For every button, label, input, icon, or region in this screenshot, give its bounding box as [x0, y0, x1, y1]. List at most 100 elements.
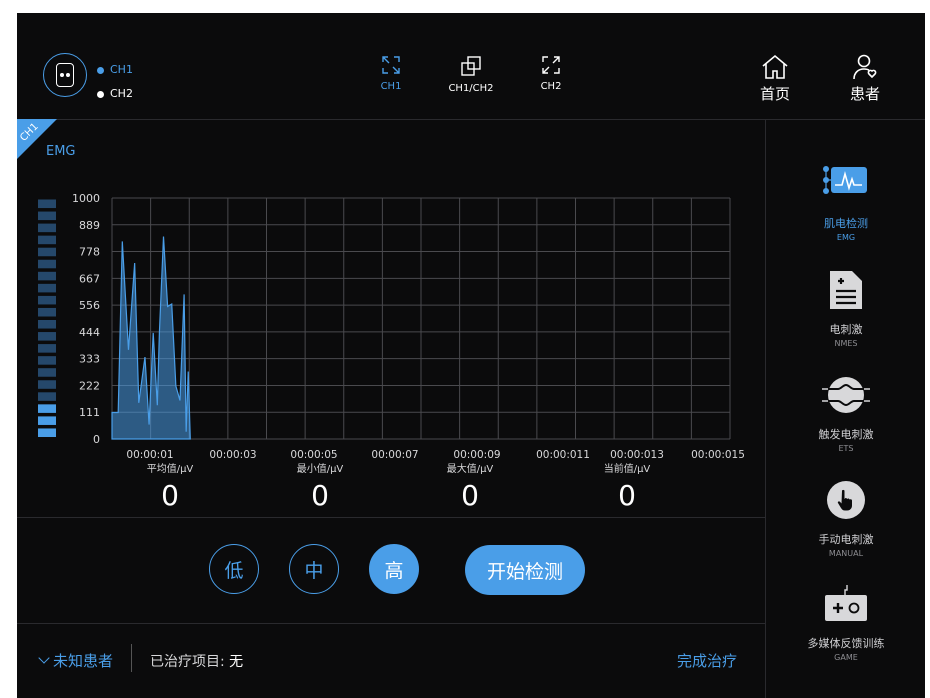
x-tick-label: 00:00:015 — [691, 449, 745, 459]
y-tick-label: 333 — [79, 353, 100, 366]
footer-bar: 未知患者 已治疗项目: 无 完成治疗 — [17, 624, 765, 698]
y-tick-label: 111 — [79, 406, 100, 419]
level-meter-segment — [38, 283, 56, 293]
x-tick-label: 00:00:05 — [290, 449, 337, 459]
home-icon — [762, 54, 788, 79]
level-meter-segment — [38, 211, 56, 221]
patient-selector[interactable]: 未知患者 — [37, 650, 113, 671]
sidebar-item-ets[interactable]: 触发电刺激 ETS — [766, 374, 925, 453]
view-label: CH1 — [380, 81, 402, 92]
view-label: CH2 — [540, 81, 562, 92]
y-tick-label: 0 — [93, 433, 100, 446]
emg-waveform-icon — [823, 166, 867, 194]
level-high-button[interactable]: 高 — [369, 544, 419, 594]
x-tick-label: 00:00:013 — [610, 449, 664, 459]
level-meter-segment — [38, 380, 56, 389]
patient-label: 患者 — [849, 85, 880, 103]
home-label: 首页 — [759, 85, 790, 103]
hand-pointer-icon — [827, 481, 865, 519]
sidebar-item-title: 电刺激 — [829, 323, 863, 336]
collapse-icon — [542, 56, 560, 74]
control-bar: 低 中 高 开始检测 — [17, 518, 765, 624]
ch2-dot-icon — [97, 90, 104, 98]
y-tick-label: 778 — [79, 246, 100, 259]
emg-chart: 1000 889 778 667 556 444 333 222 111 0 00:00:01 00:… — [38, 192, 745, 459]
level-meter-segment — [38, 416, 56, 425]
view-ch1-button[interactable]: CH1 — [373, 55, 409, 92]
y-tick-label: 444 — [79, 326, 100, 339]
y-tick-label: 889 — [79, 219, 100, 232]
channel-list: CH1 CH2 — [97, 58, 133, 106]
emg-panel: CH1 EMG 1000 889 778 667 556 444 333 222 111 0 00:… — [17, 119, 765, 518]
device-icon[interactable] — [43, 53, 87, 97]
channel-label: CH1 — [110, 63, 133, 76]
y-tick-label: 222 — [79, 379, 100, 392]
level-meter-segment — [38, 235, 56, 245]
stat-label: 当前值/μV — [603, 464, 651, 475]
stat-average: 平均值/μV 0 — [110, 460, 230, 512]
patient-icon — [853, 54, 877, 80]
patient-name: 未知患者 — [53, 652, 114, 670]
treatment-value: 无 — [229, 654, 244, 670]
x-tick-label: 00:00:011 — [536, 449, 590, 459]
level-meter-segment — [38, 320, 56, 329]
level-meter-segment — [38, 356, 56, 365]
level-low-button[interactable]: 低 — [209, 544, 259, 594]
top-bar: CH1 CH2 CH1 CH1/CH2 CH2 首页 患者 — [17, 13, 925, 120]
emg-series-area — [111, 236, 191, 440]
sidebar-item-subtitle: NMES — [834, 339, 858, 348]
gamepad-icon — [825, 585, 867, 621]
stat-max: 最大值/μV 0 — [410, 460, 530, 512]
sidebar-item-subtitle: EMG — [836, 233, 856, 242]
level-meter-segment — [38, 392, 56, 401]
level-meter-segment — [38, 307, 56, 317]
footer-divider — [131, 644, 132, 672]
level-meter-segment — [38, 404, 56, 413]
stat-value: 0 — [618, 479, 636, 512]
trigger-wave-icon — [822, 377, 870, 413]
level-meter-segment — [38, 295, 56, 305]
stat-current: 当前值/μV 0 — [567, 460, 687, 512]
view-ch2-button[interactable]: CH2 — [533, 55, 569, 92]
start-detection-button[interactable]: 开始检测 — [465, 545, 585, 595]
y-tick-label: 1000 — [72, 192, 100, 205]
home-button[interactable]: 首页 — [755, 53, 795, 104]
ch1-dot-icon — [97, 66, 104, 74]
treatment-label: 已治疗项目: — [150, 654, 225, 670]
overlap-icon — [461, 56, 481, 76]
sidebar-item-subtitle: MANUAL — [828, 549, 864, 558]
sidebar-item-game[interactable]: 多媒体反馈训练 GAME — [766, 583, 925, 662]
app-screen: CH1 CH2 CH1 CH1/CH2 CH2 首页 患者 CH1 EMG 10… — [17, 13, 925, 698]
sidebar-item-manual[interactable]: 手动电刺激 MANUAL — [766, 479, 925, 558]
stat-label: 最大值/μV — [446, 464, 494, 475]
document-plus-icon — [830, 271, 862, 309]
stat-value: 0 — [461, 479, 479, 512]
x-tick-label: 00:00:03 — [209, 449, 256, 459]
finish-treatment-button[interactable]: 完成治疗 — [677, 650, 737, 671]
channel-ch2[interactable]: CH2 — [97, 82, 133, 106]
patient-button[interactable]: 患者 — [844, 53, 886, 104]
level-meter-segment — [38, 199, 56, 209]
channel-ch1[interactable]: CH1 — [97, 58, 133, 82]
level-medium-button[interactable]: 中 — [289, 544, 339, 594]
sidebar-item-title: 触发电刺激 — [818, 428, 874, 441]
x-tick-label: 00:00:07 — [371, 449, 418, 459]
view-ch1-ch2-button[interactable]: CH1/CH2 — [443, 55, 499, 94]
expand-icon — [382, 56, 400, 74]
level-meter-segment — [38, 259, 56, 269]
sidebar: 肌电检测 EMG 电刺激 NMES 触发电刺激 ETS 手动电刺激 MANUAL… — [765, 119, 925, 698]
x-tick-label: 00:00:01 — [126, 449, 173, 459]
sidebar-item-emg[interactable]: 肌电检测 EMG — [766, 163, 925, 242]
channel-label: CH2 — [110, 87, 133, 100]
level-meter-segment — [38, 332, 56, 341]
treatment-info: 已治疗项目: 无 — [150, 651, 243, 671]
chevron-down-icon — [38, 652, 50, 664]
level-meter-segment — [38, 271, 56, 281]
level-meter-segment — [38, 344, 56, 353]
sidebar-item-nmes[interactable]: 电刺激 NMES — [766, 269, 925, 348]
stat-label: 平均值/μV — [146, 464, 194, 475]
sidebar-item-title: 肌电检测 — [824, 217, 868, 230]
y-tick-label: 556 — [79, 299, 100, 312]
sidebar-item-title: 多媒体反馈训练 — [807, 637, 885, 650]
x-tick-label: 00:00:09 — [453, 449, 500, 459]
